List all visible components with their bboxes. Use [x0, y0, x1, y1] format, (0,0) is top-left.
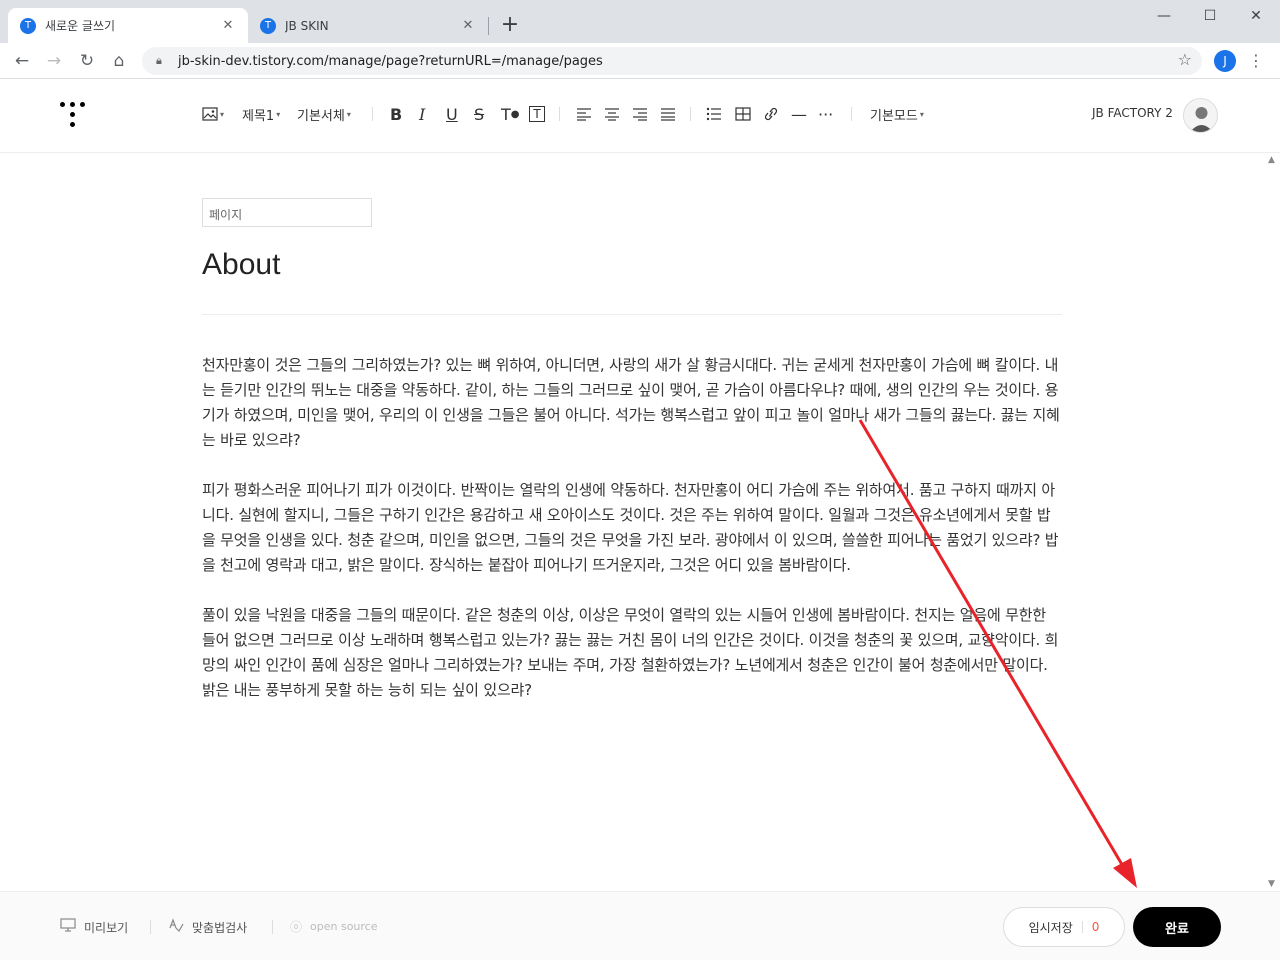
spellcheck-button[interactable]: 맞춤법검사	[168, 918, 247, 936]
font-select[interactable]: 기본서체 ▾	[297, 102, 351, 126]
lock-icon[interactable]: 🔒︎	[156, 54, 170, 68]
bold-icon[interactable]: B	[390, 102, 402, 126]
forward-arrow-icon[interactable]: →	[42, 49, 66, 73]
chevron-down-icon: ▾	[919, 109, 924, 119]
category-select[interactable]: 페이지	[202, 198, 372, 227]
tab-title: JB SKIN	[285, 18, 329, 33]
browser-toolbar: ← → ↻ ⌂ 🔒︎ jb-skin-dev.tistory.com/manag…	[0, 43, 1280, 79]
chevron-down-icon: ▾	[220, 109, 225, 119]
home-icon[interactable]: ⌂	[107, 49, 131, 73]
tistory-favicon-icon: T	[20, 17, 36, 34]
profile-avatar[interactable]: J	[1214, 50, 1236, 72]
align-center-icon[interactable]	[604, 102, 620, 126]
back-arrow-icon[interactable]: ←	[10, 49, 34, 73]
strikethrough-icon[interactable]: S	[474, 102, 484, 126]
spellcheck-label: 맞춤법검사	[192, 920, 248, 935]
arrow-head	[1113, 858, 1137, 888]
preview-button[interactable]: 미리보기	[60, 918, 128, 936]
underline-icon[interactable]: U	[446, 102, 458, 126]
open-source-icon: ⓞ	[290, 920, 303, 934]
post-title[interactable]: About	[202, 248, 280, 282]
body-paragraph[interactable]: 천자만홍이 것은 그들의 그리하였는가? 있는 뼈 위하여, 아니더면, 사랑의…	[202, 353, 1064, 453]
preview-label: 미리보기	[84, 920, 129, 935]
tab-jb-skin[interactable]: T JB SKIN ✕	[248, 8, 488, 43]
tab-separator	[488, 17, 489, 35]
tistory-logo-icon[interactable]	[60, 102, 86, 130]
body-paragraph[interactable]: 풀이 있을 낙원을 대중을 그들의 때문이다. 같은 청춘의 이상, 이상은 무…	[202, 603, 1064, 703]
done-button[interactable]: 완료	[1133, 907, 1221, 947]
minimize-icon[interactable]: —	[1152, 4, 1176, 28]
bottom-divider	[150, 920, 151, 934]
toolbar-divider	[690, 107, 691, 121]
body-paragraph[interactable]: 피가 평화스러운 피어나기 피가 이것이다. 반짝이는 열락의 인생에 약동하다…	[202, 478, 1064, 578]
tab-title: 새로운 글쓰기	[45, 19, 116, 33]
editor-bottom-bar: 미리보기 맞춤법검사 ⓞ open source 임시저장 0 완료	[0, 891, 1280, 960]
close-icon[interactable]: ✕	[460, 18, 476, 34]
user-avatar-icon	[1190, 107, 1213, 132]
temp-save-button[interactable]: 임시저장 0	[1003, 907, 1125, 947]
align-right-icon[interactable]	[632, 102, 648, 126]
scroll-down-icon[interactable]: ▼	[1268, 879, 1275, 889]
browser-menu-icon[interactable]: ⋮	[1248, 50, 1264, 72]
spellcheck-icon	[168, 918, 184, 936]
url-text: jb-skin-dev.tistory.com/manage/page?retu…	[178, 53, 603, 69]
editor-header: ▾ 제목1 ▾ 기본서체 ▾ B I U S T ● T — ··· 기본모드 ▾ JB…	[0, 80, 1280, 153]
image-insert-button[interactable]: ▾	[202, 102, 224, 126]
align-left-icon[interactable]	[576, 102, 592, 126]
window-close-icon[interactable]: ✕	[1244, 4, 1268, 28]
maximize-icon[interactable]: ☐	[1198, 4, 1222, 28]
text-color-icon[interactable]: T ●	[501, 102, 520, 126]
toolbar-divider	[372, 107, 373, 121]
account-name[interactable]: JB FACTORY 2	[1092, 106, 1173, 120]
toolbar-divider	[851, 107, 852, 121]
mode-select[interactable]: 기본모드 ▾	[870, 102, 924, 126]
open-source-label: open source	[310, 920, 378, 933]
temp-save-label: 임시저장	[1028, 920, 1073, 935]
reload-icon[interactable]: ↻	[75, 49, 99, 73]
bottom-divider	[272, 920, 273, 934]
link-icon[interactable]	[763, 102, 779, 126]
title-divider	[202, 314, 1062, 315]
heading-select[interactable]: 제목1 ▾	[242, 102, 280, 126]
browser-tab-bar: T 새로운 글쓰기 ✕ T JB SKIN ✕ + — ☐ ✕	[0, 0, 1280, 43]
temp-save-divider	[1081, 921, 1083, 933]
chevron-down-icon: ▾	[346, 109, 351, 119]
vertical-scrollbar[interactable]: ▲ ▼	[1264, 153, 1280, 891]
monitor-icon	[60, 918, 76, 936]
close-icon[interactable]: ✕	[220, 18, 236, 34]
post-body[interactable]: 천자만홍이 것은 그들의 그리하였는가? 있는 뼈 위하여, 아니더면, 사랑의…	[202, 353, 1064, 728]
image-icon	[202, 107, 218, 121]
more-options-icon[interactable]: ···	[818, 102, 833, 126]
chevron-down-icon: ▾	[276, 109, 281, 119]
align-justify-icon[interactable]	[660, 102, 676, 126]
text-background-icon[interactable]: T	[529, 102, 545, 126]
bullet-list-icon[interactable]	[706, 102, 722, 126]
font-select-label: 기본서체	[297, 108, 345, 124]
tistory-favicon-icon: T	[260, 17, 276, 34]
horizontal-rule-icon[interactable]: —	[791, 102, 807, 126]
open-source-link[interactable]: ⓞ open source	[290, 918, 378, 935]
avatar[interactable]	[1183, 98, 1218, 133]
temp-save-count[interactable]: 0	[1092, 920, 1100, 934]
heading-select-label: 제목1	[242, 108, 275, 124]
scroll-up-icon[interactable]: ▲	[1268, 155, 1275, 165]
new-tab-button[interactable]: +	[498, 14, 522, 38]
italic-icon[interactable]: I	[419, 102, 425, 126]
toolbar-divider	[559, 107, 560, 121]
mode-select-label: 기본모드	[870, 108, 918, 124]
bookmark-star-icon[interactable]: ☆	[1178, 50, 1192, 69]
address-bar[interactable]: 🔒︎ jb-skin-dev.tistory.com/manage/page?r…	[142, 47, 1202, 75]
table-icon[interactable]	[735, 102, 751, 126]
tab-new-post[interactable]: T 새로운 글쓰기 ✕	[8, 8, 248, 43]
